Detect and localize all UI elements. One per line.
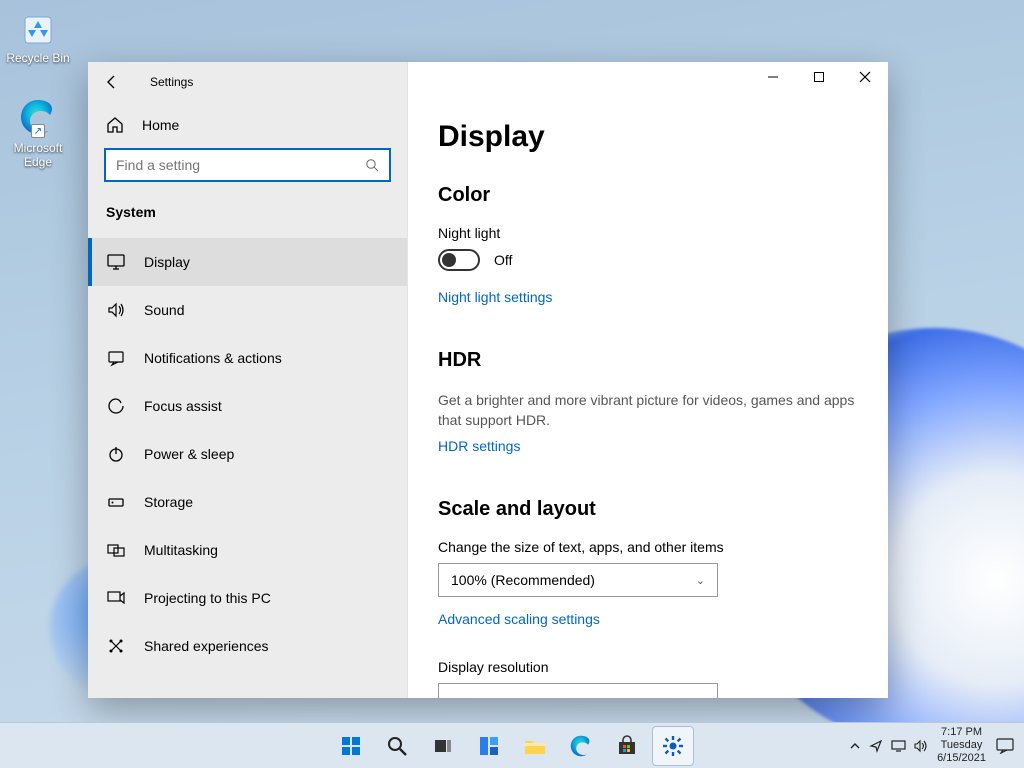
clock-day: Tuesday [937, 739, 986, 752]
desktop-icon-label: Microsoft Edge [0, 141, 76, 169]
nav-item-notifications[interactable]: Notifications & actions [88, 334, 407, 382]
shortcut-overlay-icon: ↗ [31, 124, 45, 138]
nav-item-storage[interactable]: Storage [88, 478, 407, 526]
display-icon [106, 252, 126, 272]
titlebar-left: Settings [88, 62, 407, 102]
night-light-state: Off [494, 252, 512, 268]
content-area: Display Color Night light Off Night ligh… [408, 62, 888, 698]
clock-date: 6/15/2021 [937, 752, 986, 765]
storage-icon [106, 492, 126, 512]
action-center-button[interactable] [994, 735, 1016, 757]
volume-icon[interactable] [914, 739, 929, 753]
change-size-label: Change the size of text, apps, and other… [438, 539, 858, 555]
section-hdr: HDR [438, 349, 858, 372]
recycle-bin-icon [17, 6, 59, 48]
settings-sidebar: Settings Home System Display Sound [88, 62, 408, 698]
nav-item-label: Multitasking [144, 542, 218, 558]
section-scale: Scale and layout [438, 498, 858, 521]
focus-assist-icon [106, 396, 126, 416]
nav-item-projecting[interactable]: Projecting to this PC [88, 574, 407, 622]
scale-value: 100% (Recommended) [451, 572, 595, 588]
projecting-icon [106, 588, 126, 608]
settings-window: Settings Home System Display Sound [88, 62, 888, 698]
minimize-button[interactable] [750, 62, 796, 92]
nav-item-multitasking[interactable]: Multitasking [88, 526, 407, 574]
notifications-icon [106, 348, 126, 368]
search-icon [365, 158, 379, 172]
display-resolution-label: Display resolution [438, 659, 858, 675]
night-light-toggle[interactable] [438, 249, 480, 271]
night-light-label: Night light [438, 225, 858, 241]
nav-item-label: Sound [144, 302, 184, 318]
home-icon [106, 116, 124, 134]
window-title: Settings [150, 75, 193, 89]
store-button[interactable] [606, 726, 648, 766]
nav-item-label: Storage [144, 494, 193, 510]
nav-item-power-sleep[interactable]: Power & sleep [88, 430, 407, 478]
taskbar-clock[interactable]: 7:17 PM Tuesday 6/15/2021 [937, 726, 986, 765]
search-input[interactable] [116, 157, 365, 173]
display-tray-icon[interactable] [891, 739, 906, 753]
power-icon [106, 444, 126, 464]
start-button[interactable] [330, 726, 372, 766]
hdr-description: Get a brighter and more vibrant picture … [438, 390, 858, 430]
edge-button[interactable] [560, 726, 602, 766]
taskbar-center [330, 723, 694, 768]
content-scroll[interactable]: Display Color Night light Off Night ligh… [408, 102, 888, 698]
clock-time: 7:17 PM [937, 726, 986, 739]
nav-item-label: Display [144, 254, 190, 270]
nav-item-shared-experiences[interactable]: Shared experiences [88, 622, 407, 670]
desktop-icon-edge[interactable]: ↗ Microsoft Edge [0, 96, 76, 169]
page-title: Display [438, 120, 858, 154]
tray-overflow-icon[interactable] [849, 740, 861, 752]
nav-list: Display Sound Notifications & actions Fo… [88, 238, 407, 698]
nav-item-label: Focus assist [144, 398, 222, 414]
nav-item-sound[interactable]: Sound [88, 286, 407, 334]
desktop-icon-label: Recycle Bin [0, 51, 76, 65]
file-explorer-button[interactable] [514, 726, 556, 766]
location-icon[interactable] [869, 739, 883, 753]
chevron-down-icon: ⌄ [696, 694, 705, 699]
back-button[interactable] [102, 72, 122, 92]
search-box[interactable] [104, 148, 391, 182]
edge-icon: ↗ [17, 96, 59, 138]
maximize-button[interactable] [796, 62, 842, 92]
nav-item-label: Notifications & actions [144, 350, 282, 366]
system-tray: 7:17 PM Tuesday 6/15/2021 [849, 723, 1016, 768]
settings-taskbar-button[interactable] [652, 726, 694, 766]
resolution-dropdown[interactable]: ⌄ [438, 683, 718, 698]
hdr-settings-link[interactable]: HDR settings [438, 438, 520, 454]
scale-dropdown[interactable]: 100% (Recommended) ⌄ [438, 563, 718, 597]
sound-icon [106, 300, 126, 320]
tray-icons [849, 739, 929, 753]
advanced-scaling-link[interactable]: Advanced scaling settings [438, 611, 600, 627]
home-label: Home [142, 117, 179, 133]
desktop-icon-recycle-bin[interactable]: Recycle Bin [0, 6, 76, 65]
shared-experiences-icon [106, 636, 126, 656]
night-light-settings-link[interactable]: Night light settings [438, 289, 552, 305]
section-color: Color [438, 184, 858, 207]
task-view-button[interactable] [422, 726, 464, 766]
category-heading: System [88, 196, 407, 238]
home-button[interactable]: Home [88, 102, 407, 144]
close-button[interactable] [842, 62, 888, 92]
chevron-down-icon: ⌄ [696, 574, 705, 587]
nav-item-display[interactable]: Display [88, 238, 407, 286]
nav-item-label: Projecting to this PC [144, 590, 271, 606]
taskbar: 7:17 PM Tuesday 6/15/2021 [0, 722, 1024, 768]
taskbar-search-button[interactable] [376, 726, 418, 766]
multitasking-icon [106, 540, 126, 560]
nav-item-label: Power & sleep [144, 446, 234, 462]
titlebar-right [408, 62, 888, 102]
nav-item-focus-assist[interactable]: Focus assist [88, 382, 407, 430]
nav-item-label: Shared experiences [144, 638, 269, 654]
widgets-button[interactable] [468, 726, 510, 766]
